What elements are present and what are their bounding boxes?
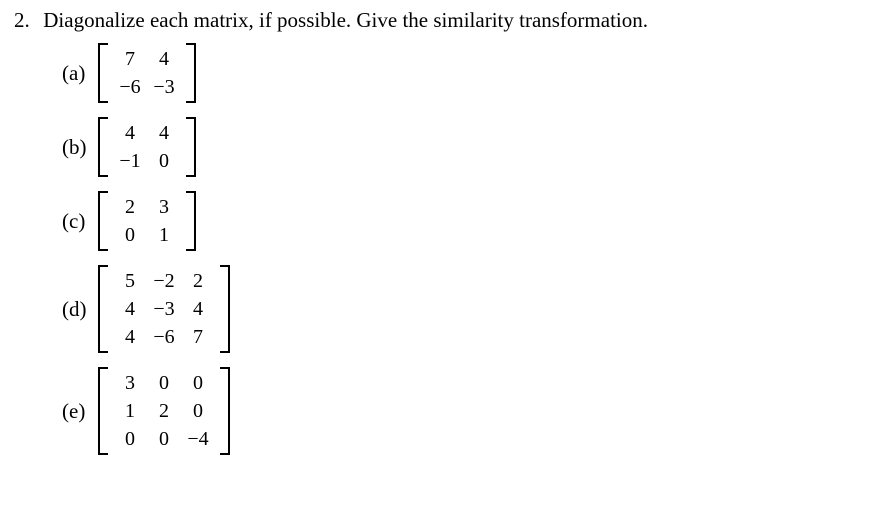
part-label: (c): [62, 209, 98, 234]
matrix-cell: 4: [113, 299, 147, 319]
matrix-cell: 2: [113, 197, 147, 217]
matrix-cell: −4: [181, 429, 215, 449]
matrix-cell: −6: [147, 327, 181, 347]
matrix-cell: 2: [181, 271, 215, 291]
matrix-cell: 0: [113, 429, 147, 449]
bracket-left-icon: [98, 117, 109, 177]
part-label: (a): [62, 61, 98, 86]
matrix-cell: 1: [147, 225, 181, 245]
part-label: (b): [62, 135, 98, 160]
bracket-left-icon: [98, 43, 109, 103]
matrix-cell: 7: [113, 49, 147, 69]
page: 2. Diagonalize each matrix, if possible.…: [0, 0, 876, 477]
matrix-a: 7 4 −6 −3: [98, 43, 196, 103]
matrix-cell: 3: [147, 197, 181, 217]
part-label: (e): [62, 399, 98, 424]
matrix-cell: 5: [113, 271, 147, 291]
matrix-c: 2 3 0 1: [98, 191, 196, 251]
bracket-right-icon: [185, 191, 196, 251]
part-d: (d) 5 −2 2 4 −3 4 4 −6 7: [62, 265, 862, 353]
matrix-cell: 4: [113, 327, 147, 347]
matrix-grid: 2 3 0 1: [109, 191, 185, 251]
matrix-e: 3 0 0 1 2 0 0 0 −4: [98, 367, 230, 455]
matrix-cell: −1: [113, 151, 147, 171]
bracket-right-icon: [185, 43, 196, 103]
matrix-cell: 1: [113, 401, 147, 421]
matrix-cell: 7: [181, 327, 215, 347]
bracket-left-icon: [98, 265, 109, 353]
bracket-left-icon: [98, 367, 109, 455]
matrix-cell: −3: [147, 77, 181, 97]
matrix-cell: 0: [147, 429, 181, 449]
matrix-grid: 3 0 0 1 2 0 0 0 −4: [109, 367, 219, 455]
matrix-cell: −6: [113, 77, 147, 97]
matrix-cell: 0: [181, 401, 215, 421]
matrix-cell: 4: [181, 299, 215, 319]
matrix-grid: 4 4 −1 0: [109, 117, 185, 177]
matrix-cell: 0: [181, 373, 215, 393]
matrix-cell: 4: [147, 123, 181, 143]
matrix-cell: 4: [147, 49, 181, 69]
problem-statement: 2. Diagonalize each matrix, if possible.…: [14, 8, 862, 33]
matrix-d: 5 −2 2 4 −3 4 4 −6 7: [98, 265, 230, 353]
bracket-right-icon: [185, 117, 196, 177]
part-b: (b) 4 4 −1 0: [62, 117, 862, 177]
matrix-cell: 3: [113, 373, 147, 393]
matrix-cell: 0: [147, 151, 181, 171]
matrix-grid: 5 −2 2 4 −3 4 4 −6 7: [109, 265, 219, 353]
bracket-left-icon: [98, 191, 109, 251]
matrix-cell: 4: [113, 123, 147, 143]
matrix-cell: −2: [147, 271, 181, 291]
part-e: (e) 3 0 0 1 2 0 0 0 −4: [62, 367, 862, 455]
matrix-cell: 2: [147, 401, 181, 421]
matrix-cell: 0: [113, 225, 147, 245]
matrix-b: 4 4 −1 0: [98, 117, 196, 177]
matrix-cell: 0: [147, 373, 181, 393]
part-c: (c) 2 3 0 1: [62, 191, 862, 251]
problem-number: 2.: [14, 8, 38, 33]
part-a: (a) 7 4 −6 −3: [62, 43, 862, 103]
matrix-cell: −3: [147, 299, 181, 319]
part-label: (d): [62, 297, 98, 322]
bracket-right-icon: [219, 265, 230, 353]
problem-text: Diagonalize each matrix, if possible. Gi…: [43, 8, 648, 32]
bracket-right-icon: [219, 367, 230, 455]
parts-list: (a) 7 4 −6 −3 (b) 4 4 −1 0: [62, 43, 862, 455]
matrix-grid: 7 4 −6 −3: [109, 43, 185, 103]
